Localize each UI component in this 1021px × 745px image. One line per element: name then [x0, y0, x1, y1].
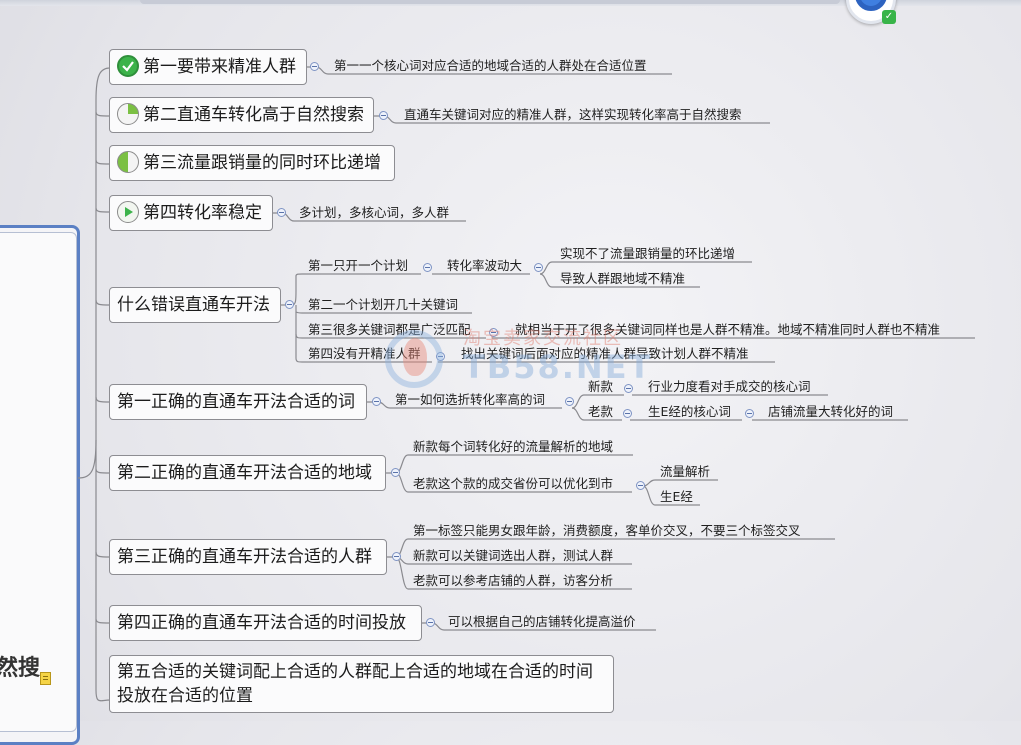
leaf-b1-1[interactable]: 第一一个核心词对应合适的地域合适的人群处在合适位置 [330, 58, 651, 77]
leaf-b5-2[interactable]: 第二一个计划开几十关键词 [304, 297, 462, 316]
leaf-b8-2[interactable]: 新款可以关键词选出人群，测试人群 [409, 548, 617, 567]
check-icon [117, 55, 139, 77]
leaf-b8-3[interactable]: 老款可以参考店铺的人群，访客分析 [409, 573, 617, 592]
leaf-b7-2[interactable]: 老款这个款的成交省份可以优化到市 [409, 476, 617, 495]
leaf-b8-1[interactable]: 第一标签只能男女跟年龄，消费额度，客单价交叉，不要三个标签交叉 [409, 523, 805, 542]
leaf-b6-1-1[interactable]: 新款 [584, 379, 617, 398]
collapse-button[interactable] [423, 263, 432, 272]
leaf-b6-1[interactable]: 第一如何选折转化率高的词 [391, 392, 549, 411]
topic-b1[interactable]: 第一要带来精准人群 [109, 49, 307, 85]
collapse-button[interactable] [534, 263, 543, 272]
topic-b3[interactable]: 第三流量跟销量的同时环比递增 [109, 145, 395, 181]
progress-half-icon [117, 151, 139, 173]
topic-b10-label-line1: 第五合适的关键词配上合适的人群配上合适的地域在合适的时间 [117, 662, 593, 682]
topic-b3-label: 第三流量跟销量的同时环比递增 [143, 153, 381, 173]
leaf-b5-3[interactable]: 第三很多关键词都是广泛匹配 [304, 322, 475, 341]
collapse-button[interactable] [436, 352, 445, 361]
progress-quarter-icon [117, 103, 139, 125]
topic-b2[interactable]: 第二直通车转化高于自然搜索 [109, 97, 374, 133]
topic-b4[interactable]: 第四转化率稳定 [109, 195, 273, 231]
collapse-button[interactable] [623, 409, 632, 418]
leaf-b7-1[interactable]: 新款每个词转化好的流量解析的地域 [409, 439, 617, 458]
topic-b5[interactable]: 什么错误直通车开法 [109, 287, 281, 323]
leaf-b6-1-1-1[interactable]: 行业力度看对手成交的核心词 [644, 379, 815, 398]
leaf-b7-2-2[interactable]: 生E经 [656, 489, 697, 508]
collapse-button[interactable] [285, 300, 294, 309]
collapse-button[interactable] [310, 62, 319, 71]
collapse-button[interactable] [426, 618, 435, 627]
leaf-b5-1-1-1[interactable]: 实现不了流量跟销量的环比递增 [556, 246, 739, 265]
leaf-b5-1-1[interactable]: 转化率波动大 [443, 258, 526, 277]
play-icon [117, 201, 139, 223]
topic-b9-label: 第四正确的直通车开法合适的时间投放 [117, 613, 406, 633]
topic-b7-label: 第二正确的直通车开法合适的地域 [117, 463, 372, 483]
topic-b1-label: 第一要带来精准人群 [143, 57, 296, 77]
leaf-b6-1-2-1-1[interactable]: 店铺流量大转化好的词 [764, 404, 897, 423]
leaf-b2-1[interactable]: 直通车关键词对应的精准人群，这样实现转化率高于自然搜索 [400, 107, 746, 126]
topic-b10[interactable]: 第五合适的关键词配上合适的人群配上合适的地域在合适的时间 投放在合适的位置 [109, 655, 614, 713]
leaf-b5-1-1-2[interactable]: 导致人群跟地域不精准 [556, 271, 689, 290]
collapse-button[interactable] [624, 384, 633, 393]
topic-b8[interactable]: 第三正确的直通车开法合适的人群 [109, 539, 387, 575]
collapse-button[interactable] [745, 409, 754, 418]
topic-b10-label-line2: 投放在合适的位置 [117, 686, 253, 706]
leaf-b5-3-1[interactable]: 就相当于开了很多关键词同样也是人群不精准。地域不精准同时人群也不精准 [511, 322, 944, 341]
topic-b6[interactable]: 第一正确的直通车开法合适的词 [109, 384, 367, 420]
collapse-button[interactable] [489, 328, 498, 337]
collapse-button[interactable] [565, 397, 574, 406]
collapse-button[interactable] [636, 481, 645, 490]
leaf-b5-1[interactable]: 第一只开一个计划 [304, 258, 412, 277]
collapse-button[interactable] [392, 552, 401, 561]
leaf-b6-1-2-1[interactable]: 生E经的核心词 [644, 404, 735, 423]
topic-b9[interactable]: 第四正确的直通车开法合适的时间投放 [109, 605, 422, 641]
leaf-b6-1-2[interactable]: 老款 [584, 404, 617, 423]
leaf-b5-4-1[interactable]: 找出关键词后面对应的精准人群导致计划人群不精准 [457, 346, 753, 365]
leaf-b4-1[interactable]: 多计划，多核心词，多人群 [295, 205, 453, 224]
leaf-b7-2-1[interactable]: 流量解析 [656, 464, 714, 483]
topic-b7[interactable]: 第二正确的直通车开法合适的地域 [109, 455, 386, 491]
leaf-b5-4[interactable]: 第四没有开精准人群 [304, 346, 425, 365]
topic-b6-label: 第一正确的直通车开法合适的词 [117, 392, 355, 412]
topic-b2-label: 第二直通车转化高于自然搜索 [143, 105, 364, 125]
topic-b5-label: 什么错误直通车开法 [117, 295, 270, 315]
collapse-button[interactable] [379, 111, 388, 120]
topic-b8-label: 第三正确的直通车开法合适的人群 [117, 547, 372, 567]
leaf-b9-1[interactable]: 可以根据自己的店铺转化提高溢价 [444, 614, 640, 633]
collapse-button[interactable] [391, 468, 400, 477]
topic-b4-label: 第四转化率稳定 [143, 203, 262, 223]
collapse-button[interactable] [372, 397, 381, 406]
collapse-button[interactable] [277, 208, 286, 217]
